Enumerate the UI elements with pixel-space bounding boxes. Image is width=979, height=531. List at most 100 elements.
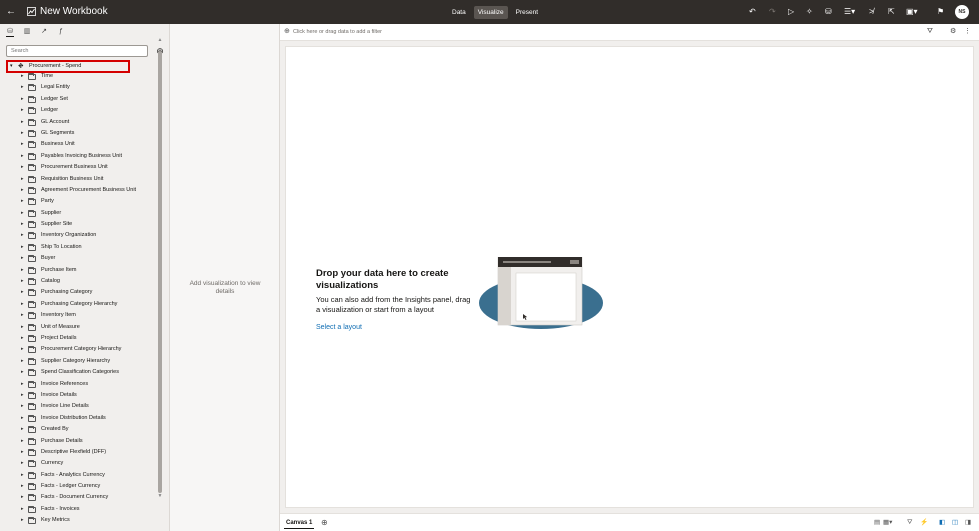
- insights-icon[interactable]: ⚡: [920, 518, 928, 528]
- expand-right-icon[interactable]: ▸: [21, 299, 24, 310]
- expand-right-icon[interactable]: ▸: [21, 356, 24, 367]
- tree-folder-item[interactable]: ▸ Ledger Set: [6, 94, 156, 105]
- expand-right-icon[interactable]: ▸: [21, 492, 24, 503]
- tree-folder-item[interactable]: ▸ Unit of Measure: [6, 322, 156, 333]
- expand-right-icon[interactable]: ▸: [21, 208, 24, 219]
- redo-icon[interactable]: ↷: [769, 7, 776, 17]
- tree-folder-item[interactable]: ▸ Payables Invoicing Business Unit: [6, 151, 156, 162]
- tree-folder-item[interactable]: ▸ Inventory Organization: [6, 230, 156, 241]
- tree-folder-item[interactable]: ▸ Invoice Distribution Details: [6, 413, 156, 424]
- expand-right-icon[interactable]: ▸: [21, 128, 24, 139]
- tree-folder-item[interactable]: ▸ Inventory Item: [6, 310, 156, 321]
- filter-placeholder[interactable]: Click here or drag data to add a filter: [293, 28, 382, 36]
- bookmark-icon[interactable]: ⚑: [937, 7, 944, 17]
- undo-icon[interactable]: ↶: [749, 7, 756, 17]
- expand-right-icon[interactable]: ▸: [21, 162, 24, 173]
- tree-folder-item[interactable]: ▸ GL Segments: [6, 128, 156, 139]
- workbook-title[interactable]: New Workbook: [40, 6, 108, 18]
- expand-right-icon[interactable]: ▸: [21, 424, 24, 435]
- tree-folder-item[interactable]: ▸ Spend Classification Categories: [6, 367, 156, 378]
- tree-folder-item[interactable]: ▸ Invoice References: [6, 379, 156, 390]
- presentation-menu-icon[interactable]: ☰▾: [844, 7, 855, 17]
- expand-right-icon[interactable]: ▸: [21, 470, 24, 481]
- expand-right-icon[interactable]: ▸: [21, 390, 24, 401]
- tree-folder-item[interactable]: ▸ Purchase Item: [6, 265, 156, 276]
- expand-right-icon[interactable]: ▸: [21, 253, 24, 264]
- tree-folder-item[interactable]: ▸ Buyer: [6, 253, 156, 264]
- expand-right-icon[interactable]: ▸: [21, 379, 24, 390]
- data-icon[interactable]: ⛁: [6, 27, 14, 37]
- filter-bar[interactable]: ⊕ Click here or drag data to add a filte…: [280, 24, 979, 41]
- expand-right-icon[interactable]: ▸: [21, 413, 24, 424]
- back-arrow-icon[interactable]: ←: [6, 7, 16, 17]
- tree-folder-item[interactable]: ▸ Purchase Details: [6, 436, 156, 447]
- left-panel-toggle-icon[interactable]: ◧: [939, 518, 945, 528]
- tree-folder-item[interactable]: ▸ Invoice Details: [6, 390, 156, 401]
- preview-icon[interactable]: ▷: [788, 7, 794, 17]
- expand-right-icon[interactable]: ▸: [21, 287, 24, 298]
- expand-right-icon[interactable]: ▸: [21, 242, 24, 253]
- add-filter-icon[interactable]: ⊕: [284, 28, 290, 36]
- filter-icon[interactable]: ⛛: [927, 28, 933, 36]
- tree-folder-item[interactable]: ▸ Business Unit: [6, 139, 156, 150]
- tree-folder-item[interactable]: ▸ Facts - Document Currency: [6, 492, 156, 503]
- expand-right-icon[interactable]: ▸: [21, 139, 24, 150]
- expand-right-icon[interactable]: ▸: [21, 276, 24, 287]
- canvas-layout-icon[interactable]: ▤: [874, 518, 880, 528]
- middle-panel-toggle-icon[interactable]: ◫: [952, 518, 958, 528]
- expand-right-icon[interactable]: ▸: [21, 185, 24, 196]
- data-refresh-icon[interactable]: ⛁: [825, 7, 832, 17]
- canvas-tab[interactable]: Canvas 1: [284, 517, 315, 529]
- tree-folder-item[interactable]: ▸ GL Account: [6, 117, 156, 128]
- scrollbar-thumb[interactable]: [158, 51, 162, 493]
- canvas-settings-icon[interactable]: ⚙: [950, 28, 956, 36]
- tree-folder-item[interactable]: ▸ Descriptive Flexfield (DFF): [6, 447, 156, 458]
- grid-icon[interactable]: ▦▾: [883, 518, 892, 528]
- scroll-up-icon[interactable]: ▲: [157, 37, 163, 43]
- expand-right-icon[interactable]: ▸: [21, 105, 24, 116]
- tree-folder-item[interactable]: ▸ Ledger: [6, 105, 156, 116]
- expand-right-icon[interactable]: ▸: [21, 151, 24, 162]
- expand-right-icon[interactable]: ▸: [21, 367, 24, 378]
- mode-present-tab[interactable]: Present: [512, 6, 542, 19]
- expand-right-icon[interactable]: ▸: [21, 265, 24, 276]
- tree-folder-item[interactable]: ▸ Procurement Category Hierarchy: [6, 344, 156, 355]
- expand-right-icon[interactable]: ▸: [21, 458, 24, 469]
- narrate-icon[interactable]: ≯: [869, 7, 874, 17]
- filter-panel-icon[interactable]: ⛛: [907, 518, 912, 528]
- canvas[interactable]: Drop your data here to create visualizat…: [285, 46, 974, 508]
- expand-right-icon[interactable]: ▸: [21, 401, 24, 412]
- tree-folder-item[interactable]: ▸ Purchasing Category Hierarchy: [6, 299, 156, 310]
- tree-folder-item[interactable]: ▸ Facts - Invoices: [6, 504, 156, 515]
- user-avatar[interactable]: NS: [955, 5, 969, 19]
- expand-right-icon[interactable]: ▸: [21, 344, 24, 355]
- expand-right-icon[interactable]: ▸: [21, 447, 24, 458]
- tree-folder-item[interactable]: ▸ Purchasing Category: [6, 287, 156, 298]
- expand-right-icon[interactable]: ▸: [21, 333, 24, 344]
- select-layout-link[interactable]: Select a layout: [316, 323, 362, 332]
- tree-folder-item[interactable]: ▸ Created By: [6, 424, 156, 435]
- search-input[interactable]: [6, 45, 148, 57]
- add-canvas-icon[interactable]: ⊕: [321, 517, 328, 528]
- mode-visualize-tab[interactable]: Visualize: [473, 6, 508, 19]
- tree-folder-item[interactable]: ▸ Procurement Business Unit: [6, 162, 156, 173]
- expand-right-icon[interactable]: ▸: [21, 117, 24, 128]
- tree-folder-item[interactable]: ▸ Facts - Ledger Currency: [6, 481, 156, 492]
- expand-right-icon[interactable]: ▸: [21, 230, 24, 241]
- visualizations-icon[interactable]: ▥: [23, 27, 31, 37]
- tree-folder-item[interactable]: ▸ Supplier Site: [6, 219, 156, 230]
- expand-right-icon[interactable]: ▸: [21, 322, 24, 333]
- more-menu-icon[interactable]: ⋮: [964, 28, 971, 36]
- tree-folder-item[interactable]: ▸ Ship To Location: [6, 242, 156, 253]
- expand-right-icon[interactable]: ▸: [21, 504, 24, 515]
- expand-right-icon[interactable]: ▸: [21, 94, 24, 105]
- tree-folder-item[interactable]: ▸ Catalog: [6, 276, 156, 287]
- scroll-down-icon[interactable]: ▼: [157, 493, 163, 499]
- tree-folder-item[interactable]: ▸ Key Metrics: [6, 515, 156, 526]
- expand-right-icon[interactable]: ▸: [21, 436, 24, 447]
- tree-folder-item[interactable]: ▸ Legal Entity: [6, 82, 156, 93]
- tree-folder-item[interactable]: ▸ Requisition Business Unit: [6, 174, 156, 185]
- tree-folder-item[interactable]: ▸ Agreement Procurement Business Unit: [6, 185, 156, 196]
- tree-folder-item[interactable]: ▸ Supplier Category Hierarchy: [6, 356, 156, 367]
- expand-right-icon[interactable]: ▸: [21, 82, 24, 93]
